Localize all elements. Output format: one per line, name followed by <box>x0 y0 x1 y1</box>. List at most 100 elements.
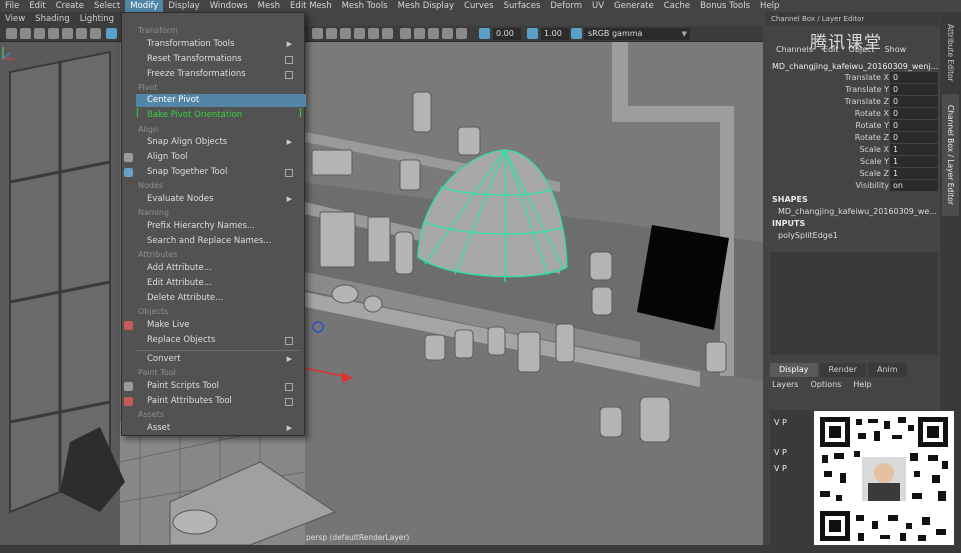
menu-item-make-live[interactable]: Make Live <box>147 319 297 332</box>
option-box-icon[interactable] <box>285 337 293 345</box>
menu-item-reset-transformations[interactable]: Reset Transformations <box>147 53 297 66</box>
input-node[interactable]: polySplitEdge1 <box>778 231 838 240</box>
tab-anim[interactable]: Anim <box>867 363 907 377</box>
channels-menu[interactable]: Channels <box>766 45 813 57</box>
option-box-icon[interactable] <box>285 56 293 64</box>
tab-channel-box-layer-editor[interactable]: Channel Box / Layer Editor <box>942 94 959 216</box>
menu-file[interactable]: File <box>0 0 24 12</box>
attribute-value-field[interactable]: 0 <box>890 72 938 83</box>
menu-generate[interactable]: Generate <box>609 0 659 12</box>
panel-menu-lighting[interactable]: Lighting <box>75 14 119 24</box>
menu-deform[interactable]: Deform <box>545 0 587 12</box>
color-space-dropdown[interactable]: sRGB gamma ▼ <box>584 28 690 40</box>
screen-space-ao-icon[interactable] <box>442 28 453 39</box>
tab-display[interactable]: Display <box>770 363 818 377</box>
attribute-value-field[interactable]: 0 <box>890 120 938 131</box>
film-gate-icon[interactable] <box>106 28 117 39</box>
attribute-label[interactable]: Rotate X <box>855 108 889 120</box>
two-d-pan-icon[interactable] <box>62 28 73 39</box>
menu-mesh-display[interactable]: Mesh Display <box>393 0 459 12</box>
menu-item-asset[interactable]: Asset ▶ <box>147 422 297 435</box>
image-plane-icon[interactable] <box>48 28 59 39</box>
menu-item-edit-attribute[interactable]: Edit Attribute... <box>147 277 297 290</box>
smooth-shade-icon[interactable] <box>326 28 337 39</box>
menu-cache[interactable]: Cache <box>659 0 695 12</box>
menu-modify[interactable]: Modify <box>125 0 164 12</box>
option-box-icon[interactable] <box>285 383 293 391</box>
menu-edit-mesh[interactable]: Edit Mesh <box>285 0 337 12</box>
attribute-label[interactable]: Translate Z <box>845 96 889 108</box>
layers-menu[interactable]: Layers <box>772 380 810 389</box>
menu-windows[interactable]: Windows <box>205 0 253 12</box>
motion-blur-icon[interactable] <box>456 28 467 39</box>
attribute-label[interactable]: Visibility <box>855 180 889 192</box>
camera-attributes-icon[interactable] <box>20 28 31 39</box>
attribute-value-field[interactable]: 0 <box>890 108 938 119</box>
attribute-value-field[interactable]: 1 <box>890 168 938 179</box>
tab-render[interactable]: Render <box>819 363 866 377</box>
menu-item-bake-pivot-orientation[interactable]: Bake Pivot Orientation <box>147 109 297 122</box>
menu-item-add-attribute[interactable]: Add Attribute... <box>147 262 297 275</box>
selected-object-name[interactable]: MD_changjing_kafeiwu_20160309_wenj... <box>772 62 938 71</box>
menu-item-freeze-transformations[interactable]: Freeze Transformations <box>147 68 297 81</box>
grease-pencil-icon[interactable] <box>76 28 87 39</box>
menu-item-paint-attributes-tool[interactable]: Paint Attributes Tool <box>147 395 297 408</box>
menu-bonus-tools[interactable]: Bonus Tools <box>695 0 755 12</box>
menu-item-delete-attribute[interactable]: Delete Attribute... <box>147 292 297 305</box>
attribute-value-field[interactable]: 0 <box>890 84 938 95</box>
attribute-label[interactable]: Scale Z <box>859 168 889 180</box>
gamma-field[interactable]: 1.00 <box>541 28 569 40</box>
menu-item-center-pivot[interactable]: Center Pivot <box>136 94 306 107</box>
menu-curves[interactable]: Curves <box>459 0 499 12</box>
options-menu[interactable]: Options <box>810 380 853 389</box>
object-menu[interactable]: Object <box>839 45 875 57</box>
exposure-icon[interactable] <box>479 28 490 39</box>
menu-item-search-replace-names[interactable]: Search and Replace Names... <box>147 235 297 248</box>
lights-icon[interactable] <box>368 28 379 39</box>
isolate-select-icon[interactable] <box>428 28 439 39</box>
tab-attribute-editor[interactable]: Attribute Editor <box>942 18 959 88</box>
camera-icon[interactable] <box>6 28 17 39</box>
textured-icon[interactable] <box>354 28 365 39</box>
menu-item-transformation-tools[interactable]: Transformation Tools ▶ <box>147 38 297 51</box>
menu-item-convert[interactable]: Convert ▶ <box>147 353 297 366</box>
attribute-label[interactable]: Rotate Z <box>855 132 889 144</box>
menu-help[interactable]: Help <box>755 0 784 12</box>
option-box-icon[interactable] <box>285 398 293 406</box>
menu-select[interactable]: Select <box>89 0 125 12</box>
attribute-value-field[interactable]: 1 <box>890 144 938 155</box>
wireframe-icon[interactable] <box>312 28 323 39</box>
layer-row[interactable]: V P <box>774 448 787 457</box>
shadows-icon[interactable] <box>382 28 393 39</box>
menu-create[interactable]: Create <box>51 0 89 12</box>
menu-mesh[interactable]: Mesh <box>253 0 285 12</box>
menu-item-snap-align-objects[interactable]: Snap Align Objects ▶ <box>147 136 297 149</box>
option-box-icon[interactable] <box>285 71 293 79</box>
menu-surfaces[interactable]: Surfaces <box>499 0 546 12</box>
attribute-label[interactable]: Rotate Y <box>855 120 889 132</box>
option-box-icon[interactable] <box>285 169 293 177</box>
color-management-icon[interactable] <box>571 28 582 39</box>
xray-joints-icon[interactable] <box>414 28 425 39</box>
menu-item-prefix-hierarchy-names[interactable]: Prefix Hierarchy Names... <box>147 220 297 233</box>
menu-display[interactable]: Display <box>163 0 204 12</box>
layer-row[interactable]: V P <box>774 418 787 427</box>
menu-item-paint-scripts-tool[interactable]: Paint Scripts Tool <box>147 380 297 393</box>
attribute-value-field[interactable]: 0 <box>890 132 938 143</box>
gamma-icon[interactable] <box>527 28 538 39</box>
panel-menu-view[interactable]: View <box>0 14 30 24</box>
attribute-label[interactable]: Scale X <box>859 144 889 156</box>
attribute-value-field[interactable]: 1 <box>890 156 938 167</box>
menu-mesh-tools[interactable]: Mesh Tools <box>337 0 393 12</box>
edit-menu[interactable]: Edit <box>813 45 839 57</box>
menu-uv[interactable]: UV <box>587 0 609 12</box>
menu-item-evaluate-nodes[interactable]: Evaluate Nodes ▶ <box>147 193 297 206</box>
bookmark-icon[interactable] <box>34 28 45 39</box>
attribute-value-field[interactable]: 0 <box>890 96 938 107</box>
attribute-label[interactable]: Translate Y <box>845 84 889 96</box>
attribute-label[interactable]: Translate X <box>845 72 889 84</box>
menu-item-align-tool[interactable]: Align Tool <box>147 151 297 164</box>
show-menu[interactable]: Show <box>875 45 907 57</box>
wireframe-on-shaded-icon[interactable] <box>340 28 351 39</box>
attribute-value-field[interactable]: on <box>890 180 938 191</box>
